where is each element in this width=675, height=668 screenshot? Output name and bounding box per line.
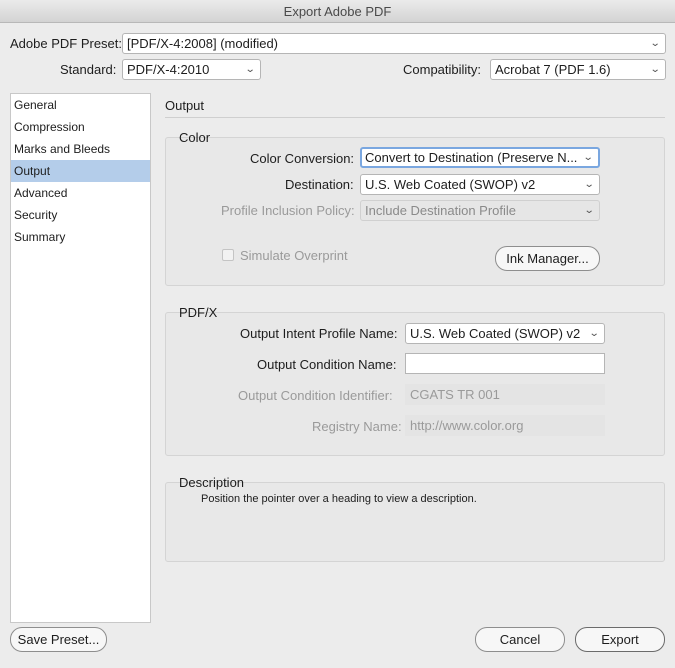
simulate-overprint-label: Simulate Overprint — [240, 248, 348, 263]
output-intent-select[interactable]: U.S. Web Coated (SWOP) v2 ⌄ — [405, 323, 605, 344]
output-intent-label: Output Intent Profile Name: — [240, 326, 398, 341]
output-condition-identifier-label: Output Condition Identifier: — [238, 388, 393, 403]
window-title: Export Adobe PDF — [0, 0, 675, 23]
destination-select[interactable]: U.S. Web Coated (SWOP) v2 ⌄ — [360, 174, 600, 195]
standard-label: Standard: — [60, 62, 117, 77]
compatibility-label: Compatibility: — [403, 62, 482, 77]
chevron-down-icon: ⌄ — [588, 328, 600, 339]
output-intent-value: U.S. Web Coated (SWOP) v2 — [410, 326, 581, 341]
pdfx-group-title: PDF/X — [179, 305, 218, 320]
compatibility-select[interactable]: Acrobat 7 (PDF 1.6) ⌄ — [490, 59, 666, 80]
sidebar-item-compression[interactable]: Compression — [11, 116, 150, 138]
preset-value: [PDF/X-4:2008] (modified) — [127, 36, 279, 51]
ink-manager-button[interactable]: Ink Manager... — [495, 246, 600, 271]
preset-select[interactable]: [PDF/X-4:2008] (modified) ⌄ — [122, 33, 666, 54]
output-condition-name-label: Output Condition Name: — [257, 357, 397, 372]
color-conversion-select[interactable]: Convert to Destination (Preserve N... ⌄ — [360, 147, 600, 168]
profile-inclusion-value: Include Destination Profile — [365, 203, 517, 218]
description-group-title: Description — [179, 475, 245, 490]
output-condition-identifier-input: CGATS TR 001 — [405, 384, 605, 405]
chevron-down-icon: ⌄ — [649, 64, 661, 75]
color-conversion-label: Color Conversion: — [250, 151, 355, 166]
profile-inclusion-label: Profile Inclusion Policy: — [221, 203, 355, 218]
sidebar: General Compression Marks and Bleeds Out… — [10, 93, 151, 623]
export-button[interactable]: Export — [575, 627, 665, 652]
sidebar-item-security[interactable]: Security — [11, 204, 150, 226]
standard-value: PDF/X-4:2010 — [127, 62, 210, 77]
sidebar-item-marks-and-bleeds[interactable]: Marks and Bleeds — [11, 138, 150, 160]
standard-select[interactable]: PDF/X-4:2010 ⌄ — [122, 59, 261, 80]
destination-value: U.S. Web Coated (SWOP) v2 — [365, 177, 536, 192]
chevron-down-icon: ⌄ — [244, 64, 256, 75]
output-condition-name-input[interactable] — [405, 353, 605, 374]
description-text: Position the pointer over a heading to v… — [201, 493, 477, 505]
simulate-overprint-checkbox — [222, 249, 234, 261]
registry-name-label: Registry Name: — [312, 419, 402, 434]
sidebar-item-general[interactable]: General — [11, 94, 150, 116]
sidebar-item-summary[interactable]: Summary — [11, 226, 150, 248]
destination-label: Destination: — [285, 177, 354, 192]
profile-inclusion-select: Include Destination Profile ⌄ — [360, 200, 600, 221]
sidebar-item-output[interactable]: Output — [11, 160, 150, 182]
registry-name-input: http://www.color.org — [405, 415, 605, 436]
chevron-down-icon: ⌄ — [583, 179, 595, 190]
preset-label: Adobe PDF Preset: — [10, 36, 122, 51]
panel-divider — [165, 117, 665, 118]
color-conversion-value: Convert to Destination (Preserve N... — [365, 150, 578, 165]
chevron-down-icon: ⌄ — [583, 205, 595, 216]
chevron-down-icon: ⌄ — [582, 152, 594, 163]
compatibility-value: Acrobat 7 (PDF 1.6) — [495, 62, 611, 77]
panel-title: Output — [165, 98, 205, 113]
sidebar-item-advanced[interactable]: Advanced — [11, 182, 150, 204]
save-preset-button[interactable]: Save Preset... — [10, 627, 107, 652]
color-group-title: Color — [179, 130, 211, 145]
chevron-down-icon: ⌄ — [649, 38, 661, 49]
cancel-button[interactable]: Cancel — [475, 627, 565, 652]
